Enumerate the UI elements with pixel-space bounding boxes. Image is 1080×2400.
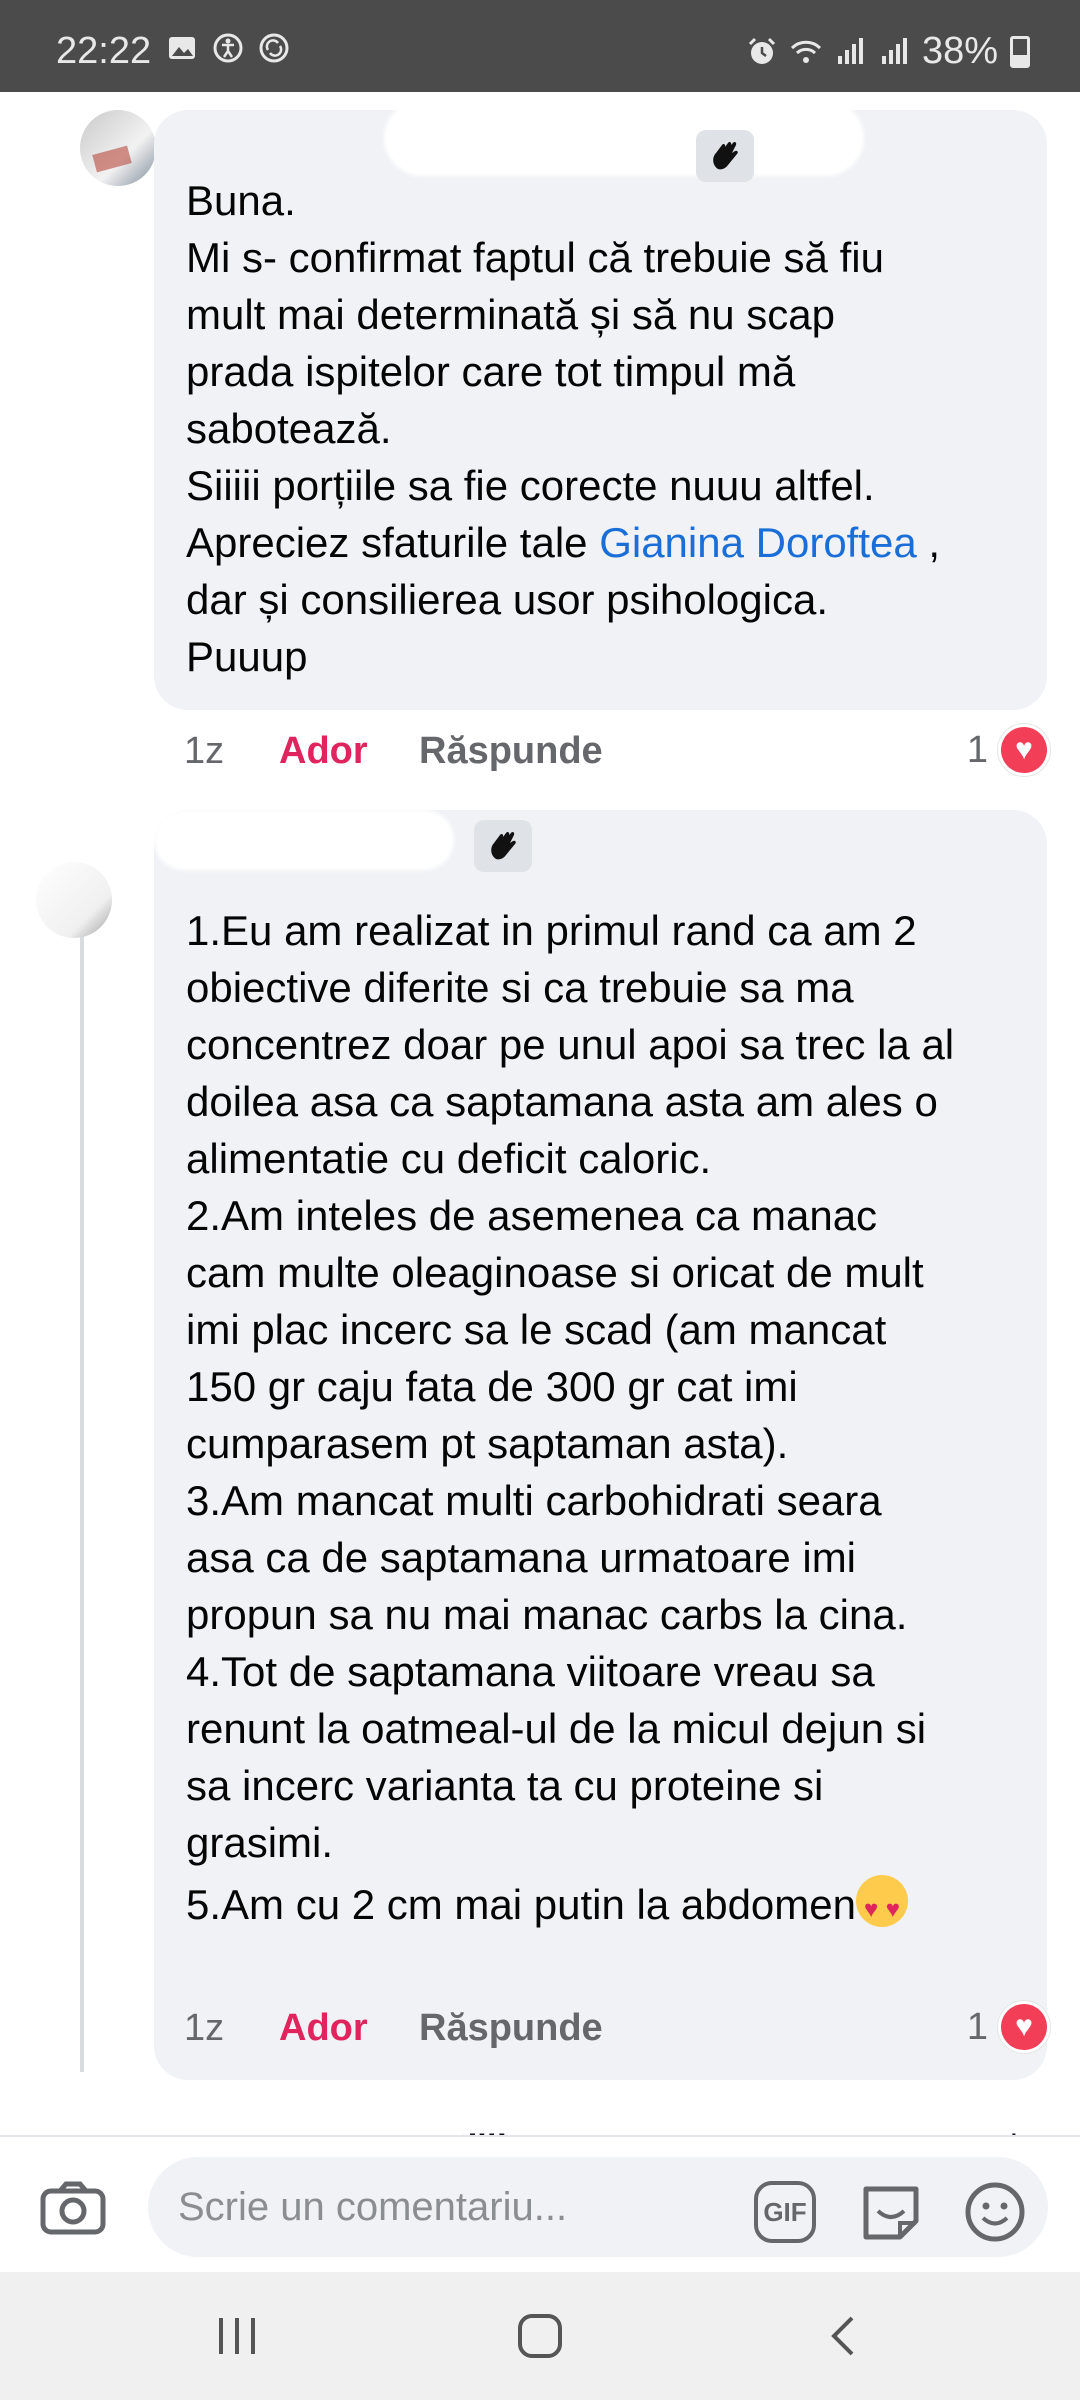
reaction-count: 1 (966, 2005, 988, 2048)
comment-text: Apreciez sfaturile tale (186, 519, 600, 566)
status-bar: 22:22 38% (0, 0, 1080, 92)
status-time: 22:22 (56, 30, 152, 72)
waving-hand-icon (491, 831, 516, 860)
comment-text: 5.Am cu 2 cm mai putin la abdomen (186, 1881, 856, 1928)
comment-line: dar și consilierea usor psihologica. (186, 576, 828, 623)
camera-icon[interactable] (40, 2181, 106, 2235)
comment-time[interactable]: 1z (184, 730, 279, 773)
comment-line: sabotează. (186, 405, 392, 452)
wave-badge-icon (474, 820, 532, 872)
comment-line: alimentatie cu deficit caloric. (186, 1135, 712, 1182)
reaction-summary[interactable]: 1 (967, 2001, 1050, 2053)
comment-line: cam multe oleaginoase si oricat de mult (186, 1249, 924, 1296)
comment-line: 4.Tot de saptamana viitoare vreau sa (186, 1648, 875, 1695)
mention-link[interactable]: Gianina Doroftea (599, 519, 917, 566)
comment-line: Siiiii porțiile sa fie corecte nuuu altf… (186, 462, 875, 509)
author-name-redacted (384, 100, 864, 176)
reply-button[interactable]: Răspunde (419, 730, 603, 773)
comment-bubble[interactable]: 1.Eu am realizat in primul rand ca am 2 … (154, 810, 1047, 2080)
comment-line: grasimi. (186, 1819, 334, 1866)
heart-eyes-emoji-icon (856, 1875, 908, 1938)
wifi-icon (790, 40, 821, 63)
wave-badge-icon (696, 130, 754, 182)
comment-line: Mi s- confirmat faptul că trebuie să fiu (186, 234, 884, 281)
gif-button[interactable]: GIF (754, 2181, 816, 2243)
reaction-count: 1 (966, 728, 988, 771)
sync-icon (259, 33, 289, 63)
comment-line: 2.Am inteles de asemenea ca manac (186, 1192, 878, 1239)
comment-line: mult mai determinată și să nu scap (186, 291, 835, 338)
comment-line-with-mention: Apreciez sfaturile tale Gianina Doroftea… (186, 514, 1013, 571)
waving-hand-icon (713, 141, 738, 170)
signal-icon (837, 37, 863, 64)
comment-line: doilea asa ca saptamana asta am ales o (186, 1078, 938, 1125)
status-notification-icons (166, 32, 290, 64)
home-icon[interactable] (510, 2310, 570, 2362)
comment-text: , (916, 519, 941, 566)
back-icon[interactable] (814, 2310, 874, 2362)
sticker-icon[interactable] (860, 2181, 922, 2243)
battery-icon (1010, 35, 1030, 68)
comment-line: Buna. (186, 177, 296, 224)
comment-line: 3.Am mancat multi carbohidrati seara (186, 1477, 882, 1524)
avatar[interactable] (80, 110, 156, 186)
reaction-summary[interactable]: 1 (967, 724, 1050, 776)
system-nav-bar (0, 2272, 1080, 2400)
comment-line: prada ispitelor care tot timpul mă (186, 348, 796, 395)
battery-percent: 38% (921, 30, 998, 72)
emoji-icon[interactable] (964, 2181, 1026, 2243)
comment-line: sa incerc varianta ta cu proteine si (186, 1762, 824, 1809)
comment-thread[interactable]: Buna. Mi s- confirmat faptul că trebuie … (0, 92, 1080, 2135)
comment-actions: 1z Ador Răspunde (184, 2007, 603, 2050)
recent-apps-icon[interactable] (207, 2310, 267, 2362)
signal-icon (881, 37, 907, 64)
status-system-icons: 38% (746, 30, 1030, 73)
thread-line (80, 922, 84, 2072)
comment-line: asa ca de saptamana urmatoare imi (186, 1534, 857, 1581)
comment-line: imi plac incerc sa le scad (am mancat (186, 1306, 887, 1353)
comment-line: 1.Eu am realizat in primul rand ca am 2 (186, 907, 917, 954)
next-comment-text-peek: l... (1010, 2112, 1046, 2135)
author-name-redacted (154, 810, 454, 870)
comment-composer: GIF (0, 2135, 1080, 2274)
reply-button[interactable]: Răspunde (419, 2007, 603, 2050)
comment-line: Puuup (186, 633, 308, 680)
avatar[interactable] (36, 862, 112, 938)
love-reaction-icon (998, 2001, 1050, 2053)
comment-line: obiective diferite si ca trebuie sa ma (186, 964, 854, 1011)
comment-line: 150 gr caju fata de 300 gr cat imi (186, 1363, 798, 1410)
react-button[interactable]: Ador (279, 730, 419, 773)
comment-line: renunt la oatmeal-ul de la micul dejun s… (186, 1705, 927, 1752)
comment-actions: 1z Ador Răspunde (184, 730, 603, 773)
react-button[interactable]: Ador (279, 2007, 419, 2050)
alarm-icon (748, 37, 775, 64)
love-reaction-icon (998, 724, 1050, 776)
image-icon (169, 37, 195, 59)
comment-time[interactable]: 1z (184, 2007, 279, 2050)
accessibility-icon (213, 33, 243, 63)
next-comment-author-peek: ...Jite (430, 2112, 517, 2135)
comment-line: cumparasem pt saptaman asta). (186, 1420, 789, 1467)
comment-last-line: 5.Am cu 2 cm mai putin la abdomen (186, 1875, 1013, 1938)
comment-bubble[interactable]: Buna. Mi s- confirmat faptul că trebuie … (154, 100, 1047, 710)
comment-line: propun sa nu mai manac carbs la cina. (186, 1591, 908, 1638)
comment-line: concentrez doar pe unul apoi sa trec la … (186, 1021, 955, 1068)
